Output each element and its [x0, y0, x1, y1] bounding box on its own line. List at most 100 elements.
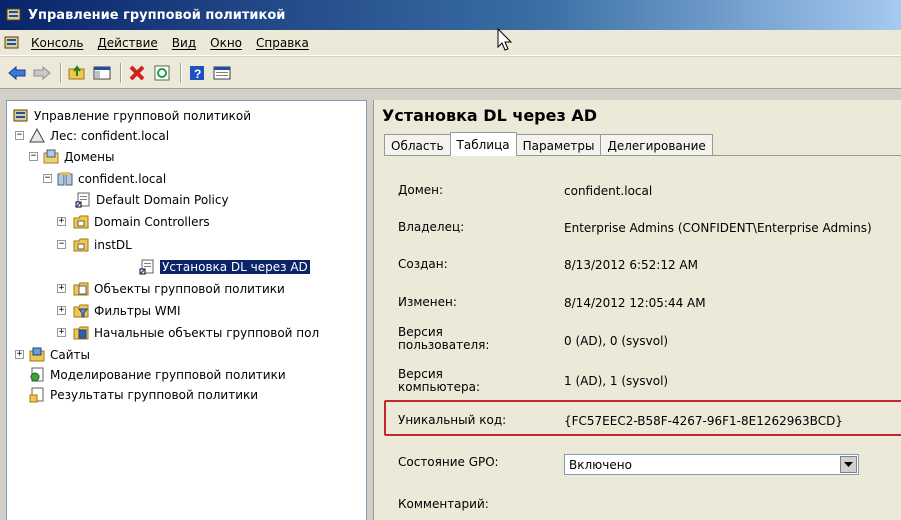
tree-node-modeling[interactable]: Моделирование групповой политики: [29, 366, 286, 384]
tree-label: Результаты групповой политики: [50, 388, 259, 402]
domain-value: confident.local: [564, 184, 653, 198]
tree-node-domain[interactable]: confident.local: [57, 170, 166, 188]
tab-delegation[interactable]: Делегирование: [600, 134, 713, 156]
back-icon: [8, 65, 26, 80]
owner-label: Владелец:: [398, 220, 465, 234]
expand-domain-controllers-toggle[interactable]: +: [57, 217, 66, 226]
tab-settings[interactable]: Параметры: [515, 134, 602, 156]
menu-help[interactable]: Справка: [249, 36, 316, 50]
collapse-forest-toggle[interactable]: −: [15, 131, 24, 140]
tree-label-selected: Установка DL через AD: [159, 259, 311, 275]
wmi-filter-icon: [73, 304, 89, 318]
tree-node-sites[interactable]: Сайты: [29, 346, 90, 364]
gpo-title: Установка DL через AD: [382, 106, 598, 125]
modified-value: 8/14/2012 12:05:44 AM: [564, 296, 706, 310]
svg-text:?: ?: [194, 67, 201, 81]
tree-node-gpo-objects[interactable]: Объекты групповой политики: [73, 280, 285, 298]
modified-label: Изменен:: [398, 295, 457, 309]
tree-label: confident.local: [78, 172, 167, 186]
properties-button[interactable]: [211, 62, 233, 84]
tree-label: Управление групповой политикой: [34, 109, 252, 123]
gpmc-root-icon: [13, 109, 28, 122]
expand-starter-gpos-toggle[interactable]: +: [57, 328, 66, 337]
tree-node-results[interactable]: Результаты групповой политики: [29, 386, 258, 404]
tree-label: Domain Controllers: [94, 215, 210, 229]
tree-label: Default Domain Policy: [96, 193, 229, 207]
tree-label: Фильтры WMI: [94, 304, 181, 318]
back-button[interactable]: [6, 62, 28, 84]
dropdown-arrow-button[interactable]: [840, 456, 857, 473]
collapse-instdl-toggle[interactable]: −: [57, 240, 66, 249]
menu-action[interactable]: Действие: [90, 36, 164, 50]
show-hide-tree-button[interactable]: [91, 62, 113, 84]
tab-scope[interactable]: Область: [384, 134, 451, 156]
gpo-link-icon: [139, 259, 154, 275]
tree-node-default-domain-policy[interactable]: Default Domain Policy: [75, 191, 229, 209]
tree-node-domains[interactable]: Домены: [43, 148, 114, 166]
up-folder-button[interactable]: [66, 62, 88, 84]
main-area: Управление групповой политикой − Лес: co…: [0, 28, 901, 520]
created-value: 8/13/2012 6:52:12 AM: [564, 258, 698, 272]
toolbar: ?: [0, 57, 901, 89]
properties-icon: [213, 66, 231, 79]
user-version-value: 0 (AD), 0 (sysvol): [564, 334, 669, 348]
menu-console[interactable]: Консоль: [24, 36, 90, 50]
expand-sites-toggle[interactable]: +: [15, 350, 24, 359]
modeling-icon: [30, 367, 44, 382]
menu-view[interactable]: Вид: [165, 36, 203, 50]
tree-label: Объекты групповой политики: [94, 282, 285, 296]
chevron-down-icon: [844, 461, 853, 467]
ou-folder-icon: [73, 238, 89, 252]
delete-button[interactable]: [126, 62, 148, 84]
title-bar: Управление групповой политикой: [0, 0, 901, 30]
tree-node-gpmc-root[interactable]: Управление групповой политикой: [13, 107, 251, 125]
forest-icon: [29, 128, 45, 143]
results-icon: [29, 387, 44, 403]
tab-details[interactable]: Таблица: [449, 132, 517, 156]
ou-folder-icon: [73, 215, 89, 229]
toolbar-separator: [60, 62, 62, 83]
console-tree[interactable]: Управление групповой политикой − Лес: co…: [6, 100, 367, 520]
expand-wmi-filters-toggle[interactable]: +: [57, 306, 66, 315]
window-title: Управление групповой политикой: [28, 7, 286, 23]
up-folder-icon: [68, 64, 85, 79]
help-button[interactable]: ?: [186, 62, 208, 84]
tree-label: Домены: [64, 150, 115, 164]
tree-label: Моделирование групповой политики: [50, 368, 286, 382]
domain-icon: [57, 172, 73, 186]
expand-gpo-objects-toggle[interactable]: +: [57, 284, 66, 293]
owner-value: Enterprise Admins (CONFIDENT\Enterprise …: [564, 221, 872, 235]
tree-node-domain-controllers[interactable]: Domain Controllers: [73, 213, 210, 231]
starter-gpo-icon: [73, 326, 89, 340]
tree-label: instDL: [94, 238, 132, 252]
tree-node-forest[interactable]: Лес: confident.local: [29, 127, 169, 145]
forward-button[interactable]: [31, 62, 53, 84]
gpo-status-select[interactable]: Включено: [564, 454, 859, 475]
gpmc-app-icon: [6, 8, 21, 21]
unique-id-highlight: [384, 400, 901, 436]
forward-icon: [33, 65, 51, 80]
toolbar-separator: [120, 62, 122, 83]
menu-window[interactable]: Окно: [203, 36, 249, 50]
tree-node-starter-gpos[interactable]: Начальные объекты групповой пол: [73, 324, 319, 342]
tree-node-selected-gpo[interactable]: Установка DL через AD: [139, 258, 311, 276]
tree-node-instdl[interactable]: instDL: [73, 236, 132, 254]
collapse-domain-toggle[interactable]: −: [43, 174, 52, 183]
comment-label: Комментарий:: [398, 497, 489, 511]
delete-icon: [129, 65, 145, 80]
domain-label: Домен:: [398, 183, 444, 197]
tree-label: Лес: confident.local: [50, 129, 170, 143]
tree-node-wmi-filters[interactable]: Фильтры WMI: [73, 302, 181, 320]
user-version-label-line1: Версия: [398, 325, 443, 339]
domains-icon: [43, 149, 59, 164]
user-version-label-line2: пользователя:: [398, 338, 490, 352]
show-hide-tree-icon: [93, 66, 111, 79]
refresh-button[interactable]: [151, 62, 173, 84]
tab-strip: Область Таблица Параметры Делегирование: [384, 132, 713, 156]
tree-label: Сайты: [50, 348, 90, 362]
gpo-status-value: Включено: [569, 457, 632, 472]
collapse-domains-toggle[interactable]: −: [29, 152, 38, 161]
refresh-icon: [154, 65, 170, 80]
console-menu-icon[interactable]: [4, 35, 20, 51]
user-version-label: Версия пользователя:: [398, 326, 489, 352]
